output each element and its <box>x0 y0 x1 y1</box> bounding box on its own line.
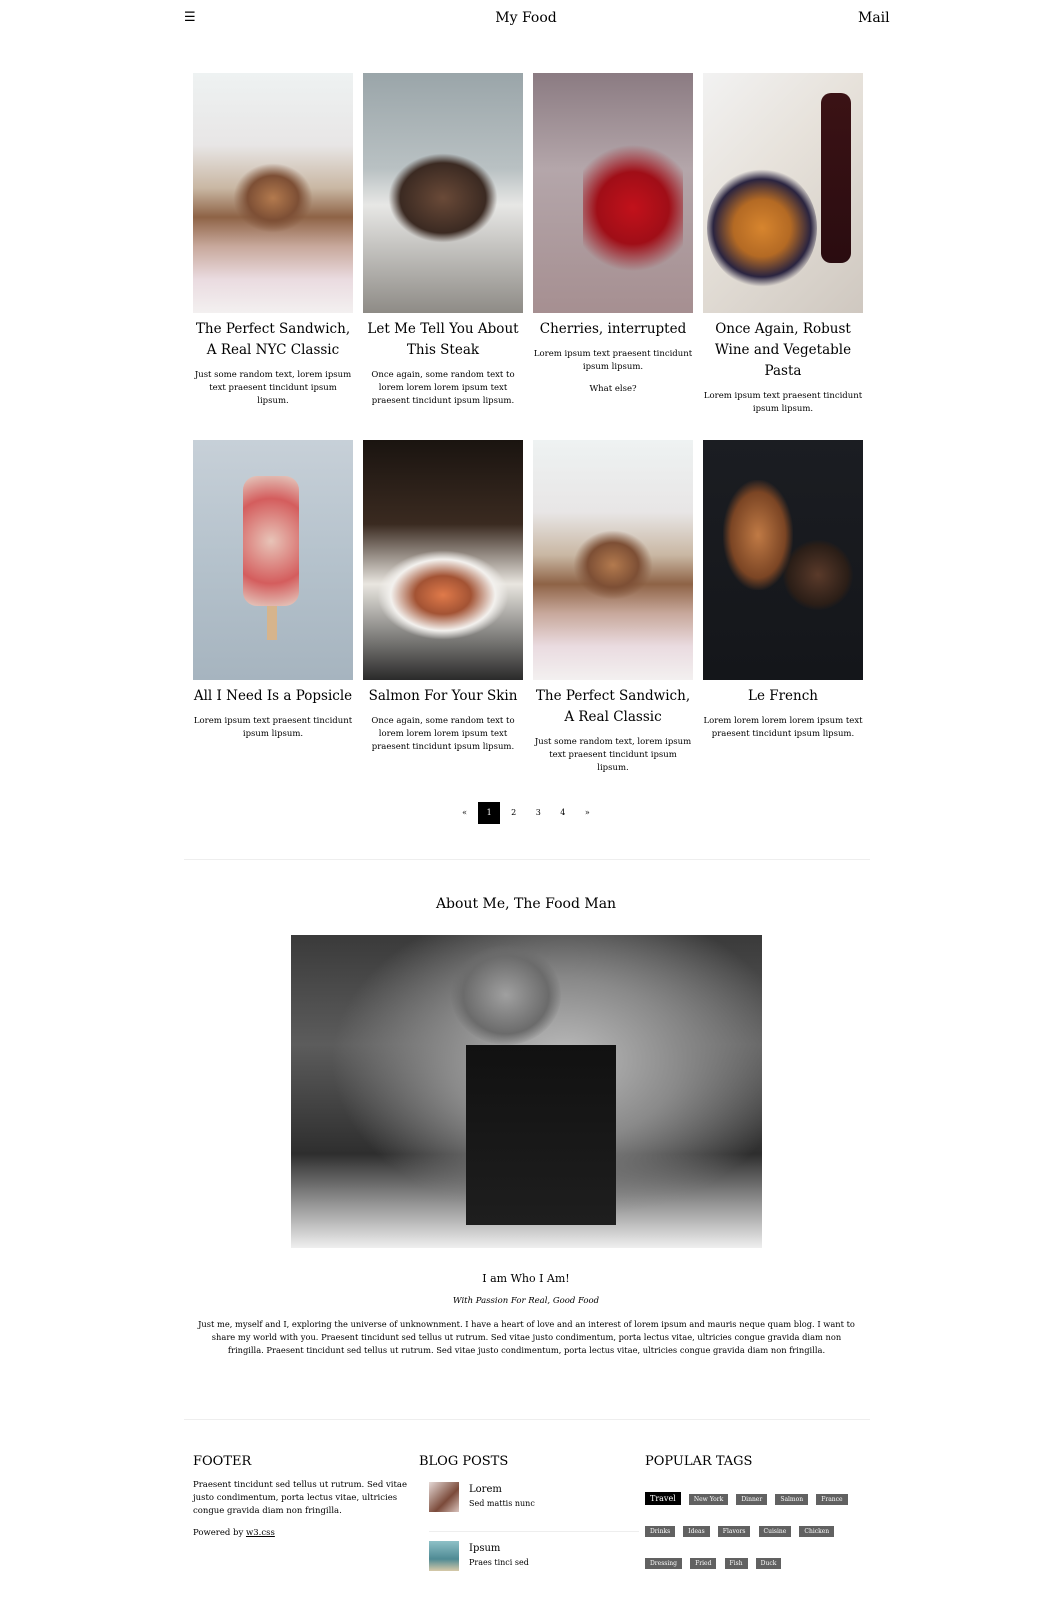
about-heading: I am Who I Am! <box>482 1272 570 1285</box>
pagination-page-4[interactable]: 4 <box>552 802 574 824</box>
post-title: The Perfect Sandwich, A Real NYC Classic <box>195 321 351 358</box>
post-card[interactable]: All I Need Is a Popsicle Lorem ipsum tex… <box>193 440 353 741</box>
post-title: The Perfect Sandwich, A Real Classic <box>535 688 691 725</box>
divider <box>184 859 870 860</box>
post-card[interactable]: Let Me Tell You About This Steak Once ag… <box>363 73 523 408</box>
post-text: Lorem ipsum text praesent tincidunt ipsu… <box>533 349 693 372</box>
tag-ideas[interactable]: Ideas <box>683 1526 710 1537</box>
tag-flavors[interactable]: Flavors <box>717 1526 751 1537</box>
divider <box>429 1531 639 1532</box>
footer-text: Praesent tincidunt sed tellus ut rutrum.… <box>193 1480 407 1516</box>
blog-post-thumbnail <box>429 1482 459 1512</box>
pagination-page-2[interactable]: 2 <box>503 802 525 824</box>
powered-by-prefix: Powered by <box>193 1528 246 1538</box>
pagination-next[interactable]: » <box>576 802 598 824</box>
blog-post-title: Ipsum <box>469 1543 501 1554</box>
pagination-page-1[interactable]: 1 <box>478 802 501 824</box>
pagination: « 1 2 3 4 » <box>0 802 1052 824</box>
post-title: Let Me Tell You About This Steak <box>367 321 519 358</box>
popular-tags-title: POPULAR TAGS <box>645 1454 753 1469</box>
post-title: Salmon For Your Skin <box>368 688 518 704</box>
pasta-image[interactable] <box>703 73 863 313</box>
post-card[interactable]: The Perfect Sandwich, A Real NYC Classic… <box>193 73 353 408</box>
blog-post-subtitle: Sed mattis nunc <box>469 1499 535 1508</box>
post-title: Once Again, Robust Wine and Vegetable Pa… <box>714 321 852 379</box>
footer-column: FOOTER Praesent tincidunt sed tellus ut … <box>193 1454 409 1538</box>
tag-chicken[interactable]: Chicken <box>799 1526 835 1537</box>
sandwich-image[interactable] <box>193 73 353 313</box>
tag-cuisine[interactable]: Cuisine <box>758 1526 792 1537</box>
popular-tags-column: POPULAR TAGS Travel New York Dinner Salm… <box>645 1454 871 1574</box>
blog-posts-column: BLOG POSTS Lorem Sed mattis nunc Ipsum P… <box>419 1454 645 1574</box>
pagination-page-3[interactable]: 3 <box>527 802 549 824</box>
divider <box>184 1419 870 1420</box>
top-bar: ☰ My Food Mail <box>0 0 1052 40</box>
sandwich-image[interactable] <box>533 440 693 680</box>
post-text: Lorem ipsum text praesent tincidunt ipsu… <box>193 716 353 739</box>
tag-travel[interactable]: Travel <box>645 1492 681 1505</box>
post-text: Once again, some random text to lorem lo… <box>371 716 515 752</box>
about-subheading: With Passion For Real, Good Food <box>452 1296 600 1306</box>
powered-by: Powered by w3.css <box>193 1528 409 1538</box>
post-card[interactable]: Salmon For Your Skin Once again, some ra… <box>363 440 523 754</box>
tag-salmon[interactable]: Salmon <box>775 1494 809 1505</box>
tag-list: Travel New York Dinner Salmon France Dri… <box>645 1486 861 1582</box>
chef-photo <box>291 935 762 1248</box>
mail-link[interactable]: Mail <box>858 10 890 26</box>
popsicle-image[interactable] <box>193 440 353 680</box>
blog-post-thumbnail <box>429 1541 459 1571</box>
tag-drinks[interactable]: Drinks <box>645 1526 676 1537</box>
post-title: Cherries, interrupted <box>539 321 687 337</box>
site-title: My Food <box>495 10 557 26</box>
blog-post-item[interactable]: Ipsum Praes tinci sed <box>429 1541 639 1573</box>
post-extra-text: What else? <box>589 384 637 394</box>
w3css-link[interactable]: w3.css <box>246 1528 275 1538</box>
post-text: Once again, some random text to lorem lo… <box>371 370 515 406</box>
post-card[interactable]: Cherries, interrupted Lorem ipsum text p… <box>533 73 693 396</box>
salmon-image[interactable] <box>363 440 523 680</box>
blog-post-item[interactable]: Lorem Sed mattis nunc <box>429 1482 639 1514</box>
post-title: Le French <box>747 688 818 704</box>
blog-post-title: Lorem <box>469 1484 502 1495</box>
post-text: Just some random text, lorem ipsum text … <box>534 737 692 773</box>
blog-posts-title: BLOG POSTS <box>419 1454 509 1469</box>
tag-dressing[interactable]: Dressing <box>645 1558 683 1569</box>
tag-france[interactable]: France <box>816 1494 848 1505</box>
cherries-image[interactable] <box>533 73 693 313</box>
croissant-image[interactable] <box>703 440 863 680</box>
post-card[interactable]: The Perfect Sandwich, A Real Classic Jus… <box>533 440 693 775</box>
post-text: Just some random text, lorem ipsum text … <box>194 370 352 406</box>
post-card[interactable]: Once Again, Robust Wine and Vegetable Pa… <box>703 73 863 416</box>
blog-post-subtitle: Praes tinci sed <box>469 1558 529 1567</box>
tag-new-york[interactable]: New York <box>688 1494 729 1505</box>
post-title: All I Need Is a Popsicle <box>193 688 353 704</box>
post-card[interactable]: Le French Lorem lorem lorem lorem ipsum … <box>703 440 863 741</box>
about-title: About Me, The Food Man <box>435 896 617 912</box>
steak-image[interactable] <box>363 73 523 313</box>
post-text: Lorem lorem lorem lorem ipsum text praes… <box>703 716 863 739</box>
post-text: Lorem ipsum text praesent tincidunt ipsu… <box>703 391 863 414</box>
tag-dinner[interactable]: Dinner <box>736 1494 768 1505</box>
about-text: Just me, myself and I, exploring the uni… <box>198 1319 855 1355</box>
pagination-prev[interactable]: « <box>454 802 476 824</box>
footer-title: FOOTER <box>193 1454 252 1469</box>
tag-fish[interactable]: Fish <box>724 1558 748 1569</box>
tag-fried[interactable]: Fried <box>690 1558 717 1569</box>
tag-duck[interactable]: Duck <box>755 1558 782 1569</box>
